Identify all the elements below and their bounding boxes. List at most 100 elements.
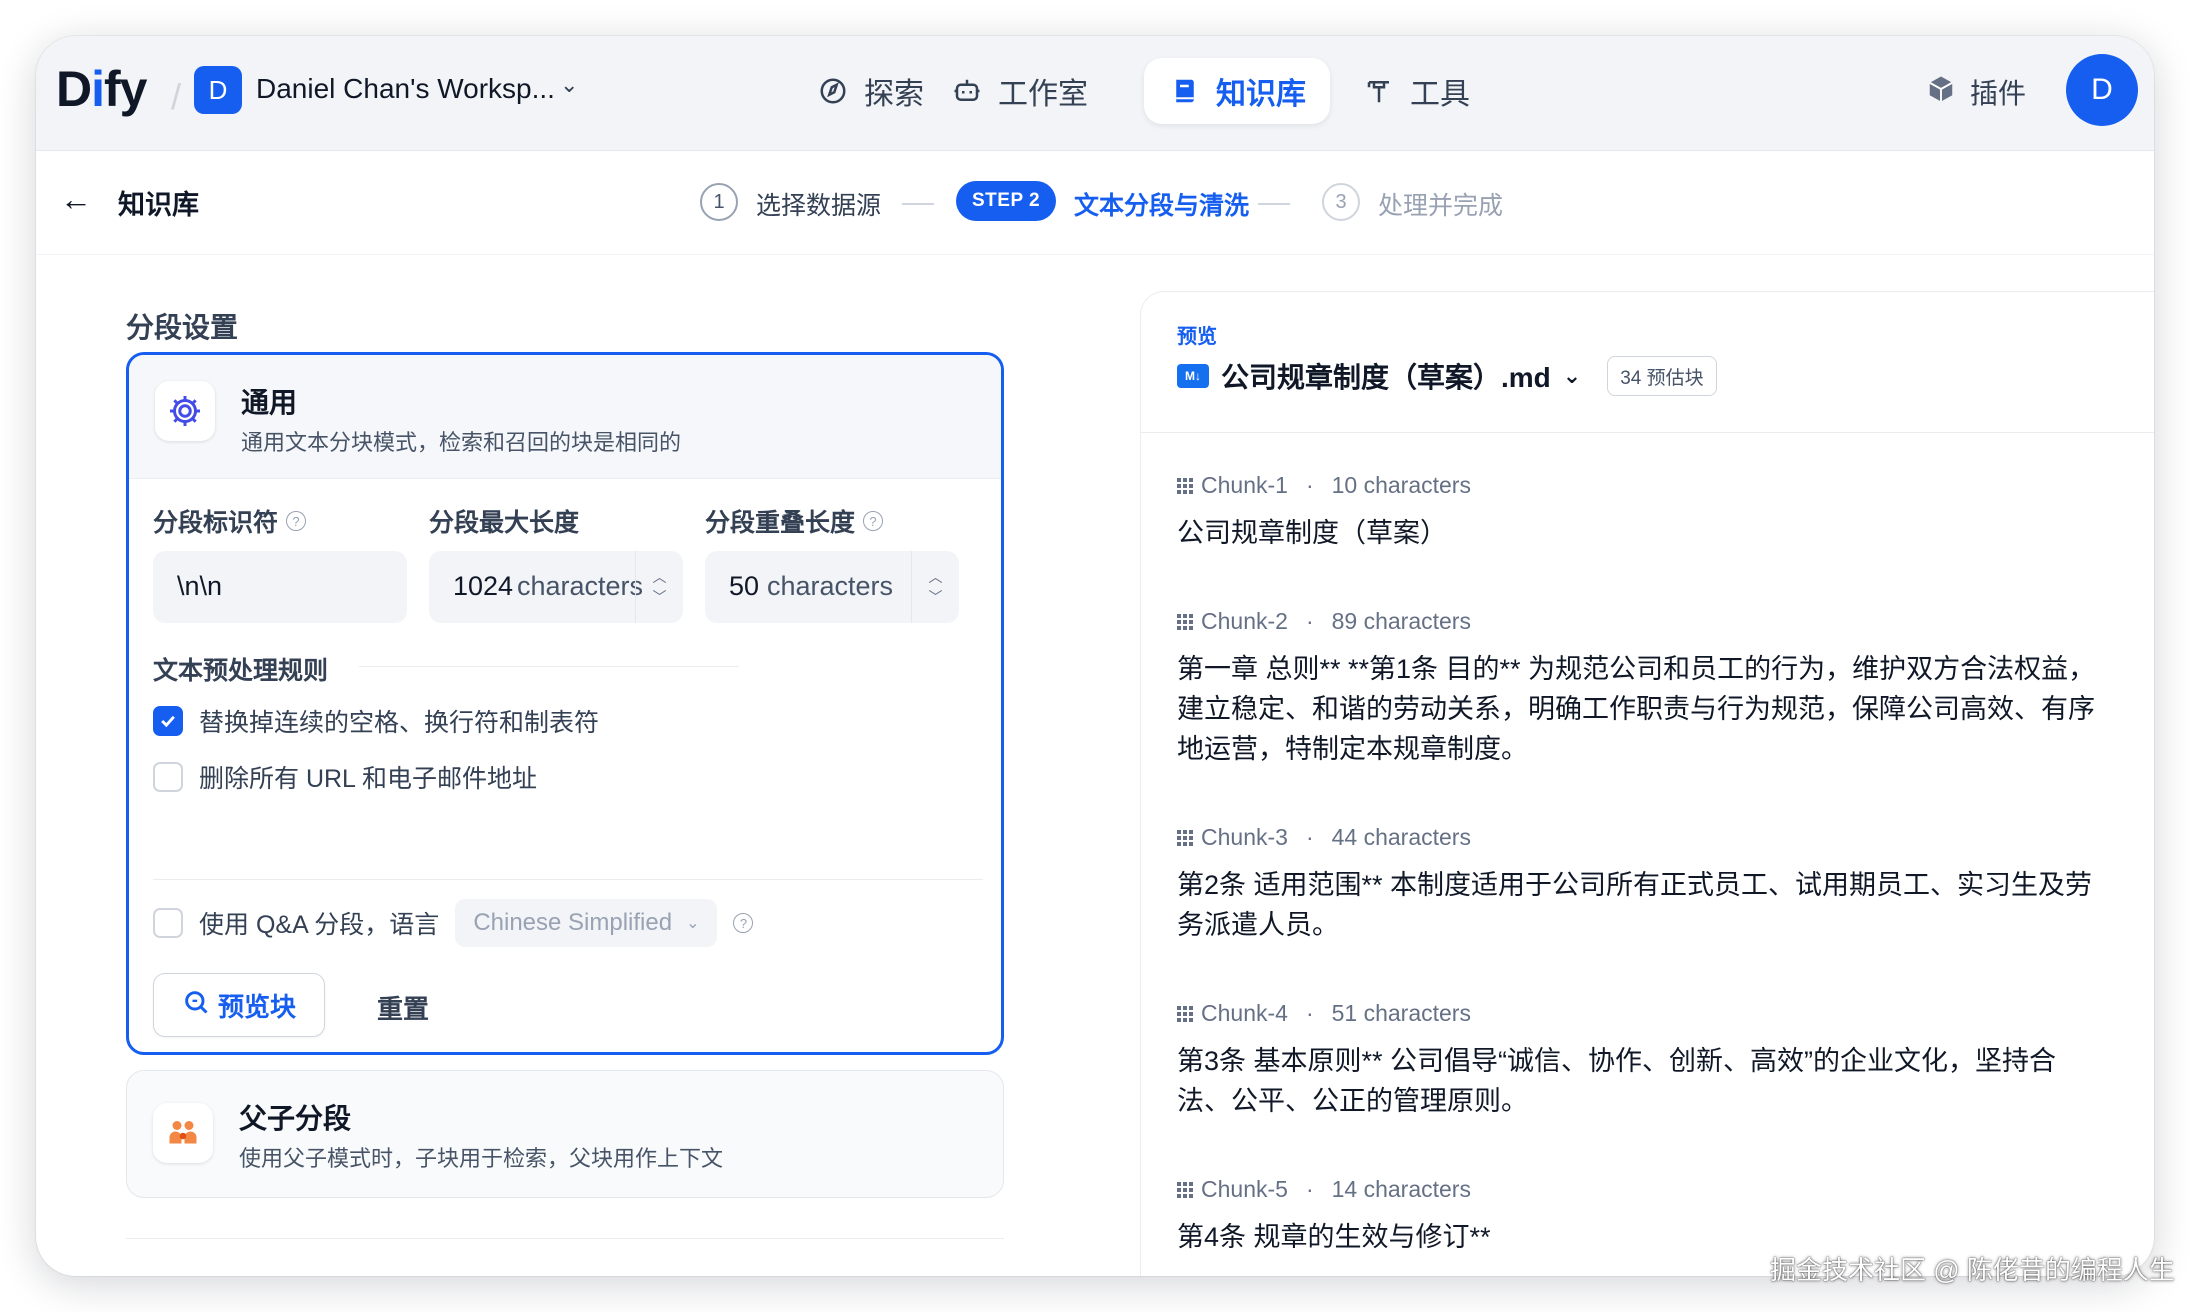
nav-knowledge[interactable]: 知识库 [1144,58,1330,124]
qa-label: 使用 Q&A 分段，语言 [199,911,440,939]
workspace-switcher[interactable]: Daniel Chan's Worksp... [256,73,555,105]
qa-language-value: Chinese Simplified [473,909,673,936]
qa-language-select[interactable]: Chinese Simplified ⌄ [455,899,718,947]
qa-mode-row[interactable]: 使用 Q&A 分段，语言 Chinese Simplified ⌄ ? [153,899,754,947]
overlap-input[interactable]: 50 characters ︿ ﹀ [705,551,959,623]
nav-label: 工具 [1410,78,1470,111]
left-bottom-divider [126,1238,1004,1239]
chunk-name: Chunk-3 [1201,824,1288,850]
chevron-up-icon[interactable]: ︿ [929,567,943,587]
cube-icon [1926,74,1956,111]
step1-number: 1 [700,183,738,221]
nav-tools[interactable]: 工具 [1338,58,1494,124]
grip-icon [1177,477,1193,494]
chunk-item: Chunk-5 · 14 characters 第4条 规章的生效与修订** [1177,1176,2097,1257]
preprocess-rules-title: 文本预处理规则 [153,657,329,685]
max-length-stepper[interactable]: ︿ ﹀ [635,551,683,623]
plugins-button[interactable]: 插件 [1926,72,2026,112]
step3-label: 处理并完成 [1378,192,1504,220]
overlap-value: 50 [729,571,760,601]
rule2-label: 删除所有 URL 和电子邮件地址 [199,765,537,793]
preview-divider [1141,432,2154,433]
max-length-value: 1024 [453,571,514,601]
rule1-label: 替换掉连续的空格、换行符和制表符 [199,709,600,737]
rule2-checkbox[interactable] [153,762,183,792]
preview-button-label: 预览块 [217,991,296,1022]
chevron-down-icon[interactable]: ﹀ [653,587,667,607]
overlap-unit: characters [767,571,894,601]
nav-studio[interactable]: 工作室 [926,58,1112,124]
compass-icon [816,74,850,108]
top-navbar: Dify / D Daniel Chan's Worksp... ⌄ 探索 工作… [36,36,2154,151]
chevron-up-icon[interactable]: ︿ [653,567,667,587]
section-divider [153,879,983,880]
book-icon [1168,74,1202,108]
help-icon[interactable]: ? [733,913,754,933]
step-connector [1258,203,1290,205]
workspace-avatar[interactable]: D [194,66,242,114]
max-length-unit: characters [517,571,644,601]
nav-explore[interactable]: 探索 [792,58,948,124]
step2-pill: STEP 2 [956,181,1057,221]
delimiter-value: \n\n [177,571,223,601]
chevron-down-icon[interactable]: ﹀ [929,587,943,607]
chunk-text: 第3条 基本原则** 公司倡导“诚信、协作、创新、高效”的企业文化，坚持合法、公… [1177,1046,2057,1116]
chunk-text: 第2条 适用范围** 本制度适用于公司所有正式员工、试用期员工、实习生及劳务派遣… [1177,870,2093,940]
rule1-checkbox[interactable] [153,706,183,736]
meta-separator: · [1305,472,1314,498]
chunk-chars: 51 characters [1331,1000,1471,1026]
delimiter-label: 分段标识符 ? [153,503,307,539]
parent-child-mode-card[interactable]: 父子分段 使用父子模式时，子块用于检索，父块用作上下文 [126,1070,1004,1198]
dify-logo[interactable]: Dify [56,60,147,118]
app-window: Dify / D Daniel Chan's Worksp... ⌄ 探索 工作… [36,36,2154,1276]
max-length-label: 分段最大长度 [429,503,579,539]
chunk-name: Chunk-1 [1201,472,1288,498]
qa-checkbox[interactable] [153,908,183,938]
overlap-stepper[interactable]: ︿ ﹀ [911,551,959,623]
nav-label: 探索 [864,78,924,111]
general-mode-title: 通用 [241,387,298,418]
gear-icon [155,381,215,441]
back-arrow-icon[interactable]: ← [60,181,92,218]
chunk-name: Chunk-4 [1201,1000,1288,1026]
grip-icon [1177,1181,1193,1198]
user-avatar[interactable]: D [2066,54,2138,126]
estimate-badge: 34 预估块 [1607,356,1717,396]
segment-settings-title: 分段设置 [126,312,239,343]
delimiter-label-text: 分段标识符 [153,509,279,537]
grip-icon [1177,1005,1193,1022]
preview-file-selector[interactable]: M↓ 公司规章制度（草案）.md ⌄ 34 预估块 [1177,356,1717,396]
help-icon[interactable]: ? [863,511,884,531]
delimiter-input[interactable]: \n\n [153,551,407,623]
markdown-file-icon: M↓ [1177,364,1209,388]
grip-icon [1177,829,1193,846]
chevron-down-icon[interactable]: ⌄ [560,72,578,98]
max-length-input[interactable]: 1024 characters ︿ ﹀ [429,551,683,623]
chevron-down-icon: ⌄ [686,915,700,932]
plugins-label: 插件 [1970,78,2027,109]
nav-label: 工作室 [998,78,1088,111]
chunk-meta: Chunk-5 · 14 characters [1177,1176,2097,1203]
help-icon[interactable]: ? [286,511,307,531]
preview-chunks-button[interactable]: 预览块 [153,973,325,1037]
step1-label: 选择数据源 [756,192,882,220]
chunk-chars: 89 characters [1331,608,1471,634]
parent-child-desc: 使用父子模式时，子块用于检索，父块用作上下文 [239,1146,724,1171]
preview-file-name: 公司规章制度（草案）.md [1221,362,1551,393]
chevron-down-icon[interactable]: ⌄ [1563,363,1581,389]
general-mode-header[interactable]: 通用 通用文本分块模式，检索和召回的块是相同的 [129,355,1001,479]
watermark-text: 掘金技术社区 @ 陈佬昔的编程人生 [1770,1255,2175,1285]
general-mode-desc: 通用文本分块模式，检索和召回的块是相同的 [241,430,682,455]
chunk-item: Chunk-4 · 51 characters 第3条 基本原则** 公司倡导“… [1177,1000,2097,1121]
chunk-meta: Chunk-3 · 44 characters [1177,824,2097,851]
rule-replace-spaces[interactable]: 替换掉连续的空格、换行符和制表符 [153,703,599,739]
search-icon [182,988,210,1023]
family-icon [153,1103,213,1163]
chunk-meta: Chunk-2 · 89 characters [1177,608,2097,635]
general-mode-card[interactable]: 通用 通用文本分块模式，检索和召回的块是相同的 分段标识符 ? \n\n 分段最… [126,352,1004,1055]
reset-button[interactable]: 重置 [377,989,429,1026]
rule-remove-urls[interactable]: 删除所有 URL 和电子邮件地址 [153,759,537,795]
overlap-label-text: 分段重叠长度 [705,509,856,537]
back-to-knowledge[interactable]: 知识库 [118,183,199,222]
chunk-name: Chunk-2 [1201,608,1288,634]
